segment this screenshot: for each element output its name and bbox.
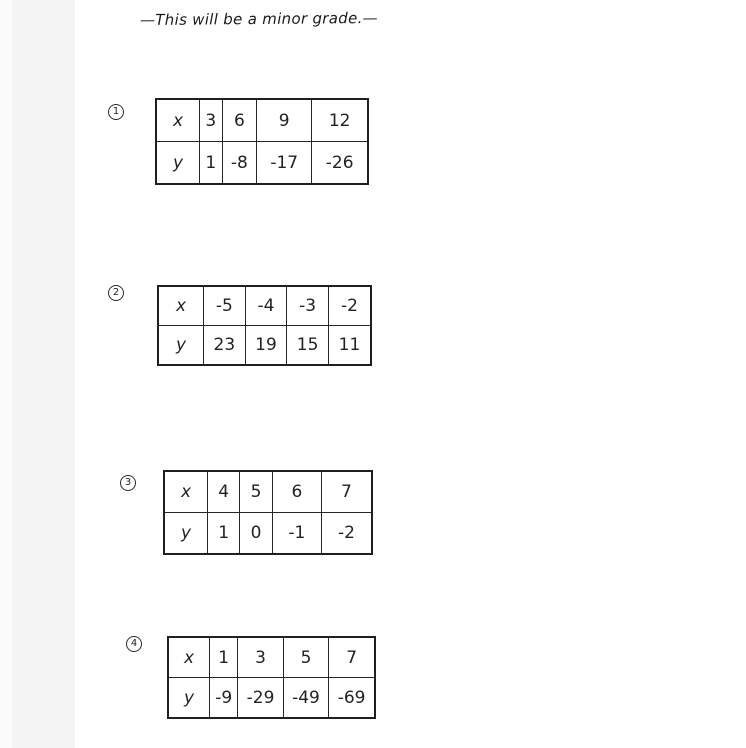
x-value: 1	[208, 636, 239, 678]
xy-table-3: x 4 5 6 7 y 1 0 -1 -2	[163, 470, 373, 555]
x-value: 5	[282, 636, 330, 678]
xy-table-1: x 3 6 9 12 y 1 -8 -17 -26	[155, 98, 369, 185]
table-row-y: y -9 -29 -49 -69	[167, 677, 376, 719]
table-row-y: y 23 19 15 11	[157, 325, 372, 366]
table-row-y: y 1 0 -1 -2	[163, 512, 373, 555]
row-label-x: x	[157, 285, 204, 326]
table-row-x: x 4 5 6 7	[163, 470, 373, 513]
problem-number-4: 4	[126, 636, 142, 652]
y-value: 19	[244, 325, 288, 366]
y-value: -29	[237, 677, 284, 719]
scan-edge	[0, 0, 12, 748]
y-value: -1	[271, 512, 322, 555]
x-value: -2	[327, 285, 372, 326]
x-value: 4	[206, 470, 241, 513]
y-value: -69	[328, 677, 376, 719]
y-value: 1	[199, 141, 223, 185]
x-value: 3	[199, 98, 223, 142]
problem-number-1: 1	[108, 104, 124, 120]
table-row-x: x 3 6 9 12	[155, 98, 369, 142]
y-value: 1	[206, 512, 241, 555]
x-value: -4	[244, 285, 288, 326]
y-value: -2	[320, 512, 373, 555]
y-value: 0	[239, 512, 273, 555]
row-label-y: y	[167, 677, 210, 719]
x-value: 12	[311, 98, 369, 142]
row-label-x: x	[155, 98, 200, 142]
row-label-x: x	[167, 636, 210, 678]
x-value: -5	[203, 285, 246, 326]
x-value: 7	[320, 470, 373, 513]
row-label-y: y	[157, 325, 204, 366]
xy-table-2: x -5 -4 -3 -2 y 23 19 15 11	[157, 285, 372, 366]
table-row-x: x -5 -4 -3 -2	[157, 285, 372, 326]
x-value: 9	[256, 98, 313, 142]
problem-number-3: 3	[120, 475, 136, 491]
x-value: -3	[286, 285, 329, 326]
x-value: 3	[237, 636, 284, 678]
y-value: -26	[311, 141, 369, 185]
x-value: 5	[239, 470, 273, 513]
left-margin-strip	[12, 0, 75, 748]
y-value: 11	[327, 325, 372, 366]
y-value: -9	[208, 677, 239, 719]
worksheet-title: —This will be a minor grade.—	[139, 8, 379, 30]
x-value: 7	[328, 636, 376, 678]
row-label-y: y	[155, 141, 200, 185]
x-value: 6	[221, 98, 258, 142]
y-value: -49	[282, 677, 330, 719]
table-row-y: y 1 -8 -17 -26	[155, 141, 369, 185]
y-value: -8	[221, 141, 258, 185]
y-value: 23	[203, 325, 246, 366]
xy-table-4: x 1 3 5 7 y -9 -29 -49 -69	[167, 636, 376, 719]
y-value: -17	[256, 141, 313, 185]
y-value: 15	[286, 325, 329, 366]
table-row-x: x 1 3 5 7	[167, 636, 376, 678]
problem-number-2: 2	[108, 285, 124, 301]
row-label-y: y	[163, 512, 208, 555]
row-label-x: x	[163, 470, 208, 513]
x-value: 6	[271, 470, 322, 513]
